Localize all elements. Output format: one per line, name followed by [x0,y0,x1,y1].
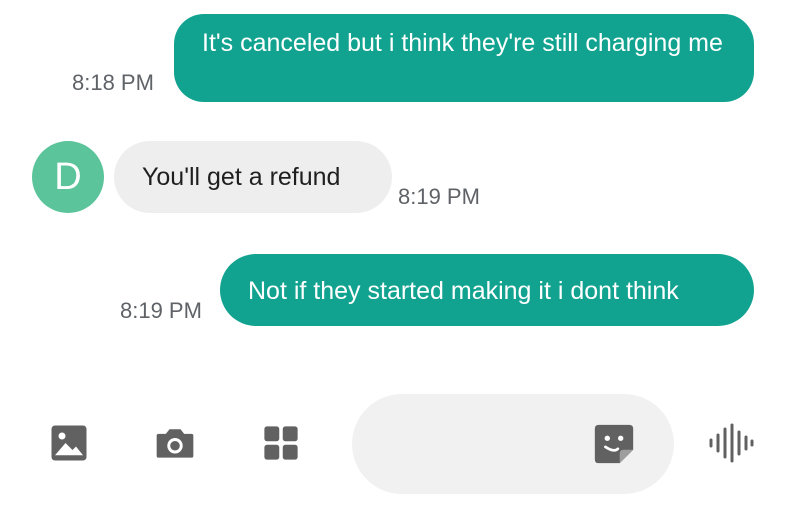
avatar-initial: D [54,155,82,198]
message-timestamp: 8:18 PM [72,70,154,95]
message-text: It's canceled but i think they're still … [202,29,723,57]
contact-avatar[interactable]: D [32,141,104,213]
message-input[interactable] [352,394,674,494]
outgoing-message-bubble[interactable]: It's canceled but i think they're still … [174,14,754,102]
message-timestamp: 8:19 PM [398,184,480,209]
camera-icon[interactable] [152,420,198,466]
message-timestamp: 8:19 PM [120,298,202,323]
incoming-message-bubble[interactable]: You'll get a refund [114,141,392,213]
message-text: You'll get a refund [142,163,341,191]
sticker-icon[interactable] [590,420,638,468]
gallery-icon[interactable] [46,420,92,466]
outgoing-message-bubble[interactable]: Not if they started making it i dont thi… [220,254,754,326]
apps-grid-icon[interactable] [258,420,304,466]
voice-waveform-icon[interactable] [706,420,756,466]
message-text: Not if they started making it i dont thi… [248,277,679,305]
